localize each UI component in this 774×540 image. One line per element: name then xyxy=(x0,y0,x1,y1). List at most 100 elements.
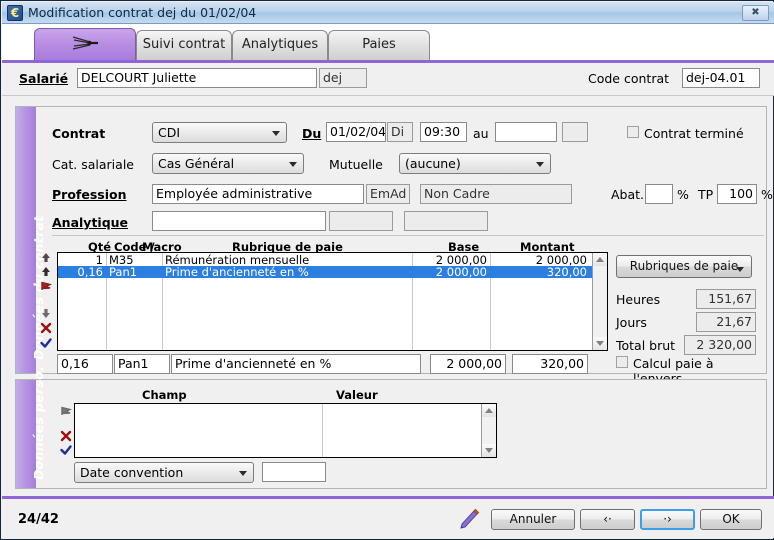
red-flag-icon[interactable] xyxy=(59,404,73,418)
cancel-button[interactable]: Annuler xyxy=(491,509,575,530)
header-bar: Salarié DELCOURT Juliette dej Code contr… xyxy=(2,63,774,96)
chevron-down-icon xyxy=(289,162,297,167)
mutuelle-select[interactable]: (aucune) xyxy=(399,153,551,174)
total-brut-label: Total brut xyxy=(616,338,676,353)
tab-paies[interactable]: Paies xyxy=(328,30,430,60)
move-top-icon[interactable] xyxy=(39,265,53,279)
perso-panel-sidebar: Données perso. xyxy=(16,366,46,488)
row-code: Pan1 xyxy=(109,266,138,278)
au-label: au xyxy=(473,126,489,141)
profession-code-field[interactable]: EmAd xyxy=(366,184,410,204)
tp-percent-label: % xyxy=(761,187,773,202)
perso-data-panel: Données perso. Champ Valeur Date convent… xyxy=(15,366,767,489)
validate-blue-check-icon[interactable] xyxy=(59,443,73,457)
record-counter: 24/42 xyxy=(18,512,59,527)
chevron-down-icon xyxy=(736,267,744,272)
analytique-input[interactable] xyxy=(152,211,326,231)
next-label: ·› xyxy=(663,512,672,526)
tp-label: TP xyxy=(698,187,714,202)
window-title: Modification contrat dej du 01/02/04 xyxy=(28,5,257,20)
table-row[interactable]: 0,16 Pan1 Prime d'ancienneté en % 2 000,… xyxy=(58,266,607,278)
tp-input[interactable]: 100 xyxy=(717,184,757,204)
row-montant: 320,00 xyxy=(546,266,587,278)
row-code: M35 xyxy=(109,254,134,266)
contrat-type-value: CDI xyxy=(158,125,181,140)
heures-value: 151,67 xyxy=(696,289,756,309)
perso-valeur-input[interactable] xyxy=(262,462,326,482)
footer-bar: 24/42 Annuler ‹· ·› OK xyxy=(2,496,774,538)
au-date-input[interactable] xyxy=(495,122,557,142)
du-time-input[interactable]: 09:30 xyxy=(420,122,467,142)
perso-champ-value: Date convention xyxy=(80,465,184,480)
salarie-input[interactable]: DELCOURT Juliette xyxy=(77,68,317,88)
analytique-extra-field[interactable] xyxy=(404,211,488,231)
du-date-input[interactable]: 01/02/04 xyxy=(326,122,386,142)
grid-scrollbar[interactable] xyxy=(592,253,607,350)
perso-grid-scrollbar[interactable] xyxy=(481,404,496,457)
du-label: Du xyxy=(302,126,322,141)
row-rubrique: Prime d'ancienneté en % xyxy=(165,266,309,278)
move-down-icon[interactable] xyxy=(39,306,53,320)
title-bar: € Modification contrat dej du 01/02/04 ✖ xyxy=(2,2,774,24)
abat-input[interactable] xyxy=(645,184,673,204)
rubriques-de-paie-button[interactable]: Rubriques de paie xyxy=(616,255,752,278)
contract-data-panel: Données du contrat Contrat CDI Du 01/02/… xyxy=(15,106,773,386)
edit-montant-input[interactable]: 320,00 xyxy=(512,354,588,374)
close-icon[interactable]: ✖ xyxy=(742,5,769,21)
profession-statut-field[interactable]: Non Cadre xyxy=(420,184,572,204)
scroll-up-button[interactable] xyxy=(482,404,496,417)
contrat-type-select[interactable]: CDI xyxy=(152,122,287,143)
mutuelle-label: Mutuelle xyxy=(329,157,383,172)
tab-analytiques[interactable]: Analytiques xyxy=(232,30,328,60)
table-row[interactable]: 1 M35 Rémunération mensuelle 2 000,00 2 … xyxy=(58,254,607,266)
abat-percent-label: % xyxy=(677,187,689,202)
perso-grid[interactable] xyxy=(74,403,497,458)
edit-rubrique-input[interactable]: Prime d'ancienneté en % xyxy=(171,354,421,374)
contract-modification-window: € Modification contrat dej du 01/02/04 ✖… xyxy=(0,0,774,540)
tab-suivi-contrat[interactable]: Suivi contrat xyxy=(136,30,232,60)
du-day-field: Di xyxy=(387,122,413,142)
euro-icon: € xyxy=(7,5,23,21)
section-divider xyxy=(52,235,764,236)
profession-input[interactable]: Employée administrative xyxy=(152,184,364,204)
analytique-code-field[interactable] xyxy=(329,211,393,231)
tab-analytiques-label: Analytiques xyxy=(241,37,319,52)
row-base: 2 000,00 xyxy=(435,266,487,278)
tab-strip: Suivi contrat Analytiques Paies xyxy=(2,24,774,62)
contrat-termine-label: Contrat terminé xyxy=(644,126,744,141)
abat-label: Abat. xyxy=(611,187,645,202)
edit-code-input[interactable]: Pan1 xyxy=(114,354,170,374)
analytique-label: Analytique xyxy=(52,215,129,230)
cat-salariale-select[interactable]: Cas Général xyxy=(152,153,304,174)
salarie-code-field[interactable]: dej xyxy=(319,68,367,88)
scroll-down-button[interactable] xyxy=(482,444,496,457)
scroll-down-button[interactable] xyxy=(593,337,607,350)
jours-value: 21,67 xyxy=(696,312,756,332)
rubriques-de-paie-label: Rubriques de paie xyxy=(629,259,739,273)
edit-qte-input[interactable]: 0,16 xyxy=(57,354,113,374)
validate-blue-check-icon[interactable] xyxy=(39,336,53,350)
row-base: 2 000,00 xyxy=(435,254,487,266)
perso-header-champ: Champ xyxy=(142,388,187,402)
previous-button[interactable]: ‹· xyxy=(580,509,635,530)
red-flag-icon[interactable] xyxy=(39,279,53,293)
delete-red-x-icon[interactable] xyxy=(39,321,53,335)
tab-paies-label: Paies xyxy=(362,37,396,52)
contrat-label: Contrat xyxy=(52,126,106,141)
row-montant: 2 000,00 xyxy=(535,254,587,266)
rubriques-grid[interactable]: 1 M35 Rémunération mensuelle 2 000,00 2 … xyxy=(57,252,608,351)
ok-button[interactable]: OK xyxy=(700,509,762,530)
profession-label: Profession xyxy=(52,187,127,202)
pencil-icon[interactable] xyxy=(457,508,481,535)
tab-contrat[interactable] xyxy=(34,28,136,60)
contrat-termine-checkbox[interactable] xyxy=(627,126,639,138)
scroll-up-button[interactable] xyxy=(593,253,607,266)
cat-salariale-value: Cas Général xyxy=(158,156,235,171)
move-up-icon[interactable] xyxy=(39,251,53,265)
code-contrat-input[interactable]: dej-04.01 xyxy=(682,68,760,88)
edit-base-input[interactable]: 2 000,00 xyxy=(430,354,506,374)
calcul-envers-checkbox[interactable] xyxy=(616,356,628,368)
delete-red-x-icon[interactable] xyxy=(59,429,73,443)
perso-champ-select[interactable]: Date convention xyxy=(74,462,254,483)
next-button[interactable]: ·› xyxy=(640,509,695,530)
